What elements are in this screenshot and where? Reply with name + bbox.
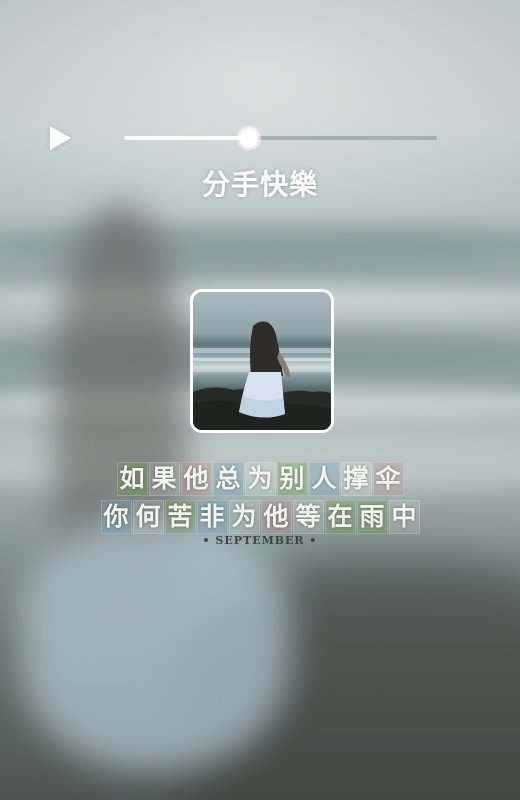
lyric-char: 他 [260, 500, 292, 534]
lyric-char: 他 [180, 462, 212, 496]
lyric-char: 伞 [372, 462, 404, 496]
lyric-line: 你何苦非为他等在雨中 [0, 500, 520, 538]
lyric-char: 等 [292, 500, 324, 534]
lyric-char: 别 [276, 462, 308, 496]
lyric-char: 撑 [340, 462, 372, 496]
lyrics: 如果他总为别人撑伞 你何苦非为他等在雨中 • SEPTEMBER • [0, 462, 520, 547]
lyric-char: 为 [244, 462, 276, 496]
lyric-char: 果 [148, 462, 180, 496]
album-art [190, 289, 334, 433]
lyric-char: 总 [212, 462, 244, 496]
lyric-char: 你 [100, 500, 132, 534]
lyric-char: 人 [308, 462, 340, 496]
lyric-char: 为 [228, 500, 260, 534]
lyric-char: 苦 [164, 500, 196, 534]
lyrics-caption: • SEPTEMBER • [202, 534, 318, 547]
lyric-char: 中 [388, 500, 420, 534]
play-icon [50, 126, 71, 150]
lyric-char: 如 [116, 462, 148, 496]
progress-bar[interactable] [124, 129, 437, 147]
lyric-char: 何 [132, 500, 164, 534]
lyric-char: 雨 [356, 500, 388, 534]
lyric-line: 如果他总为别人撑伞 [0, 462, 520, 500]
play-button[interactable] [46, 122, 76, 154]
album-art-image [193, 321, 331, 430]
lyric-char: 在 [324, 500, 356, 534]
progress-fill [124, 136, 250, 140]
song-title: 分手快樂 [201, 168, 318, 201]
lyric-char: 非 [196, 500, 228, 534]
